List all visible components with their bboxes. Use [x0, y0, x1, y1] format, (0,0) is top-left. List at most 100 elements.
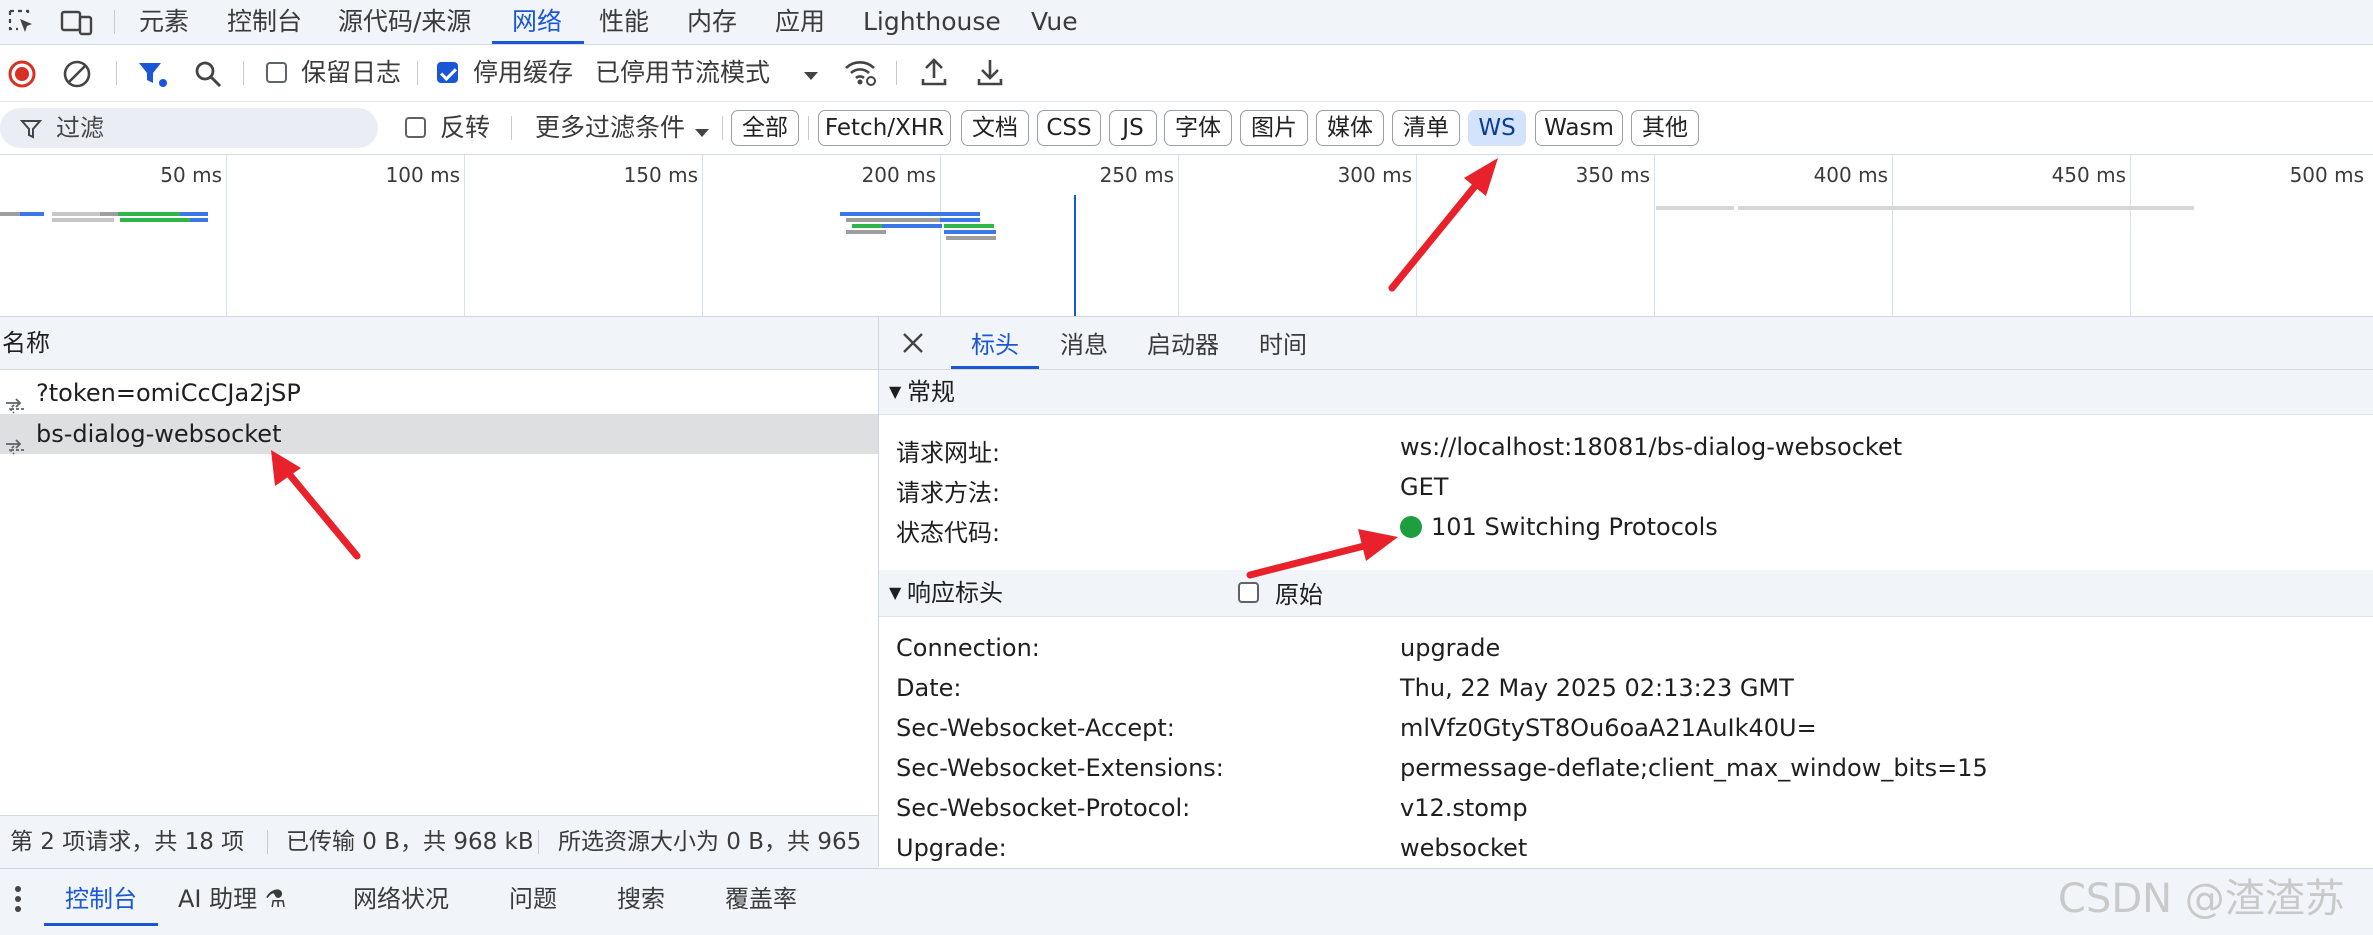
active-tab-indicator [492, 41, 584, 44]
details-tabs: 标头 消息 启动器 时间 [879, 317, 2373, 370]
filter-icon[interactable] [137, 59, 169, 93]
network-overview-timeline[interactable]: 50 ms 100 ms 150 ms 200 ms 250 ms 300 ms… [0, 155, 2373, 317]
header-key: Date: [896, 674, 962, 702]
network-conditions-icon[interactable] [843, 57, 877, 93]
chip-img[interactable]: 图片 [1240, 110, 1308, 146]
tab-performance[interactable]: 性能 [599, 0, 649, 44]
header-key: 请求方法: [896, 479, 1001, 507]
header-value: ws://localhost:18081/bs-dialog-websocket [1400, 433, 1903, 461]
drawer-tab-issues[interactable]: 问题 [509, 869, 557, 929]
tab-headers[interactable]: 标头 [971, 317, 1019, 369]
section-title: 响应标头 [907, 579, 1003, 607]
timeline-bar [52, 218, 114, 222]
chip-font[interactable]: 字体 [1164, 110, 1232, 146]
timeline-bar [190, 218, 208, 222]
header-key: Sec-Websocket-Extensions: [896, 754, 1224, 782]
tab-lighthouse[interactable]: Lighthouse [863, 0, 1001, 44]
more-options-icon[interactable] [14, 885, 22, 917]
timeline-bar [846, 230, 886, 234]
timeline-bar [940, 218, 980, 222]
drawer-tab-ai-assistance[interactable]: AI 助理 ⚗ [178, 869, 286, 929]
timeline-bar [944, 224, 994, 228]
chip-ws[interactable]: WS [1468, 110, 1526, 146]
timeline-bar [846, 218, 946, 222]
preserve-log-checkbox[interactable] [266, 62, 287, 83]
request-name: ?token=omiCcCJa2jSP [36, 379, 301, 407]
tab-messages[interactable]: 消息 [1060, 317, 1108, 369]
summary-resources: 所选资源大小为 0 B，共 965 [558, 829, 862, 855]
request-list-header: 名称 [0, 317, 878, 370]
funnel-icon [19, 118, 43, 144]
import-har-icon[interactable] [920, 57, 948, 91]
active-tab-indicator [44, 923, 158, 926]
chip-wasm[interactable]: Wasm [1535, 110, 1623, 146]
drawer-tab-bar: 控制台 AI 助理 ⚗ 网络状况 问题 搜索 覆盖率 [0, 868, 2373, 935]
tab-memory[interactable]: 内存 [687, 0, 737, 44]
disable-cache-checkbox[interactable] [437, 62, 458, 83]
chip-doc[interactable]: 文档 [961, 110, 1029, 146]
tab-console[interactable]: 控制台 [227, 0, 302, 44]
request-list-panel: 名称 ?token=omiCcCJa2jSP bs-dialog-websock… [0, 317, 879, 868]
chip-css[interactable]: CSS [1037, 110, 1101, 146]
tab-vue[interactable]: Vue [1031, 0, 1078, 44]
inspect-element-icon[interactable] [8, 9, 36, 39]
chip-fetch-xhr[interactable]: Fetch/XHR [818, 110, 951, 146]
timeline-bar [118, 212, 180, 216]
filter-bar: 过滤 反转 更多过滤条件 全部 Fetch/XHR 文档 CSS JS 字体 图… [0, 102, 2373, 155]
summary-transferred: 已传输 0 B，共 968 kB [286, 829, 534, 855]
summary-request-count: 第 2 项请求，共 18 项 [10, 829, 245, 855]
header-value: permessage-deflate;client_max_window_bit… [1400, 754, 1988, 782]
timeline-bar [840, 212, 980, 216]
chip-js[interactable]: JS [1109, 110, 1157, 146]
timeline-bar [882, 224, 942, 228]
stop-recording-icon[interactable] [7, 59, 37, 93]
clear-icon[interactable] [62, 59, 92, 93]
drawer-tab-search[interactable]: 搜索 [617, 869, 665, 929]
tab-timing[interactable]: 时间 [1259, 317, 1307, 369]
general-section-header[interactable]: ▼ 常规 [879, 370, 2373, 415]
filter-placeholder: 过滤 [56, 114, 104, 142]
filter-input[interactable]: 过滤 [0, 108, 378, 148]
drawer-tab-console[interactable]: 控制台 [65, 869, 137, 929]
chevron-down-icon[interactable] [802, 67, 820, 86]
column-header-name[interactable]: 名称 [2, 317, 50, 369]
current-time-marker [1074, 195, 1076, 316]
chip-media[interactable]: 媒体 [1316, 110, 1384, 146]
chevron-down-icon[interactable] [693, 124, 711, 143]
export-har-icon[interactable] [976, 57, 1004, 91]
websocket-icon [4, 427, 26, 467]
search-icon[interactable] [193, 59, 223, 93]
drawer-tab-network-conditions[interactable]: 网络状况 [353, 869, 449, 929]
tab-application[interactable]: 应用 [775, 0, 825, 44]
tab-sources[interactable]: 源代码/来源 [338, 0, 471, 44]
throttling-select[interactable]: 已停用节流模式 [595, 45, 770, 101]
header-key: Connection: [896, 634, 1040, 662]
triangle-down-icon: ▼ [889, 583, 902, 602]
chip-all[interactable]: 全部 [731, 110, 799, 146]
header-key: Sec-Websocket-Protocol: [896, 794, 1191, 822]
response-headers-section-header[interactable]: ▼ 响应标头 原始 [879, 570, 2373, 617]
timeline-bar [1738, 206, 2194, 210]
header-value: mlVfz0GtyST8Ou6oaA21AuIk40U= [1400, 714, 1817, 742]
invert-checkbox[interactable] [405, 117, 426, 138]
more-filters-dropdown[interactable]: 更多过滤条件 [535, 102, 685, 154]
network-toolbar: 保留日志 停用缓存 已停用节流模式 [0, 45, 2373, 102]
timeline-bar [0, 212, 20, 216]
tab-elements[interactable]: 元素 [139, 0, 189, 44]
request-row[interactable]: ?token=omiCcCJa2jSP [0, 373, 878, 414]
disable-cache-label: 停用缓存 [473, 58, 574, 87]
chip-manifest[interactable]: 清单 [1392, 110, 1460, 146]
header-key: Upgrade: [896, 834, 1007, 862]
preserve-log-label: 保留日志 [301, 58, 402, 87]
tick-label: 400 ms [1813, 163, 1888, 187]
device-toolbar-icon[interactable] [60, 8, 94, 40]
annotation-arrow [271, 450, 361, 560]
drawer-tab-coverage[interactable]: 覆盖率 [725, 869, 797, 929]
header-value: websocket [1400, 834, 1528, 862]
tab-initiator[interactable]: 启动器 [1147, 317, 1219, 369]
close-icon[interactable] [901, 331, 925, 359]
header-value: v12.stomp [1400, 794, 1528, 822]
request-row-selected[interactable]: bs-dialog-websocket [0, 414, 878, 455]
chip-other[interactable]: 其他 [1631, 110, 1699, 146]
tab-network[interactable]: 网络 [512, 0, 562, 44]
